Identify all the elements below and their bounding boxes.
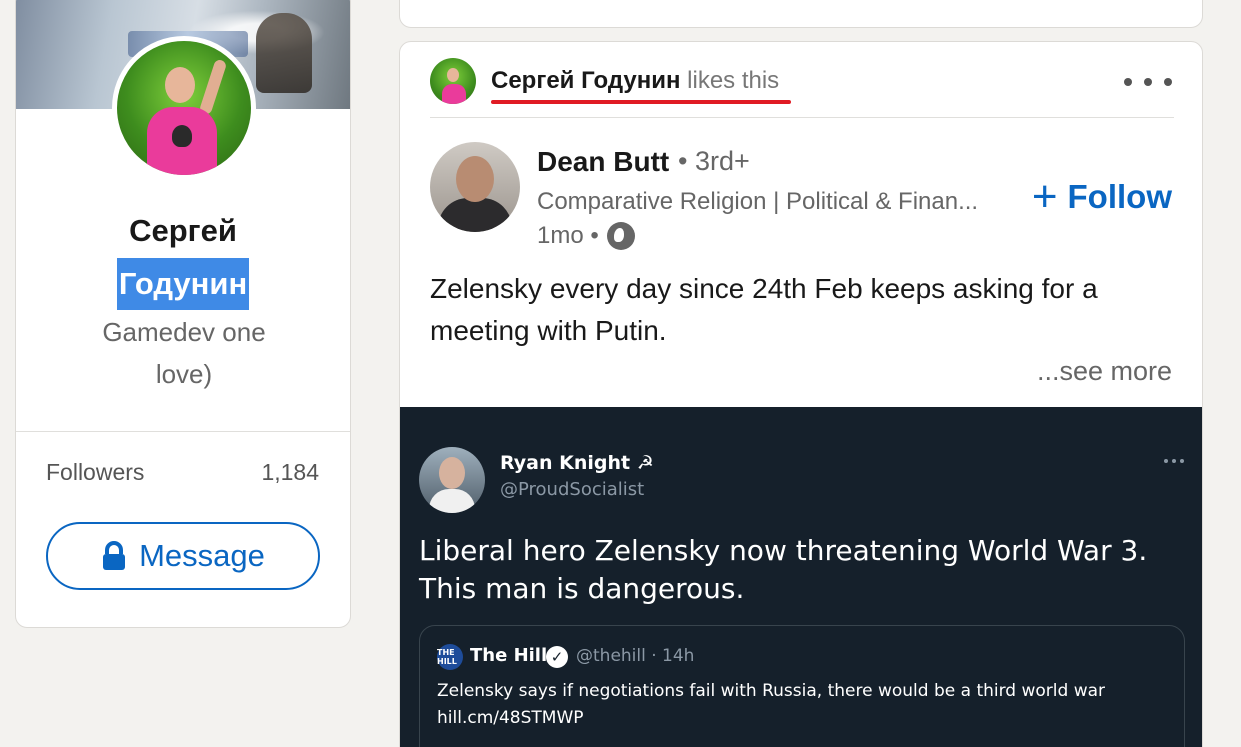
profile-last-name-row: Годунин (16, 258, 350, 310)
plus-icon: + (1031, 172, 1058, 221)
tweet-author-name: Ryan Knight ☭ (500, 452, 654, 474)
quoted-tweet: THE HILL The Hill ✓ @thehill · 14h Zelen… (419, 625, 1185, 747)
message-button-label: Message (139, 538, 265, 573)
profile-headline: Gamedev one love) (102, 317, 266, 389)
tweet-text: Liberal hero Zelensky now threatening Wo… (419, 534, 1148, 605)
quoted-handle-time: @thehill · 14h (576, 646, 695, 666)
quoted-tweet-link: hill.cm/48STMWP (437, 708, 584, 728)
quoted-account-name: The Hill (470, 645, 548, 666)
profile-first-name[interactable]: Сергей (16, 213, 350, 249)
linkedin-feed-view: Сергей Годунин Gamedev one love) Followe… (0, 0, 1241, 747)
feed-post: Сергей Годунин likes this Dean Butt • 3r… (399, 41, 1203, 747)
profile-card: Сергей Годунин Gamedev one love) Followe… (15, 0, 351, 628)
connection-degree: • 3rd+ (678, 146, 750, 176)
verified-badge-icon: ✓ (546, 646, 568, 668)
liker-name-link[interactable]: Сергей Годунин (491, 67, 680, 94)
message-button[interactable]: Message (46, 522, 320, 590)
more-options-icon[interactable] (1124, 72, 1172, 92)
lock-icon (103, 541, 126, 570)
author-name-link[interactable]: Dean Butt (537, 146, 669, 178)
tweet-more-icon (1164, 459, 1184, 463)
post-time-text: 1mo • (537, 222, 599, 249)
liker-avatar[interactable] (430, 58, 476, 104)
red-annotation-underline (491, 100, 791, 104)
quoted-tweet-text: Zelensky says if negotiations fail with … (437, 678, 1177, 732)
quoted-tweet-headline: Zelensky says if negotiations fail with … (437, 681, 1106, 701)
profile-avatar[interactable] (112, 36, 256, 180)
author-headline: Comparative Religion | Political & Finan… (537, 188, 979, 215)
followers-count: 1,184 (261, 459, 319, 485)
follow-button[interactable]: + Follow (1031, 172, 1172, 221)
post-header-divider (430, 117, 1174, 118)
globe-icon (606, 222, 635, 250)
profile-last-name-selected[interactable]: Годунин (116, 258, 250, 310)
tweet-author-avatar (419, 447, 485, 513)
post-timestamp: 1mo • (537, 222, 635, 250)
tweet-author-handle: @ProudSocialist (500, 479, 645, 500)
followers-label: Followers (46, 459, 145, 485)
author-avatar[interactable] (430, 142, 520, 232)
social-context: Сергей Годунин likes this (491, 67, 779, 95)
see-more-link[interactable]: ...see more (1037, 356, 1172, 387)
profile-divider (16, 431, 350, 432)
cover-character (256, 13, 312, 93)
previous-post-card (399, 0, 1203, 28)
post-image-tweet-screenshot[interactable]: Ryan Knight ☭ @ProudSocialist Liberal he… (400, 407, 1202, 747)
social-action-text: likes this (687, 67, 780, 94)
the-hill-logo-icon: THE HILL (437, 644, 463, 670)
post-body-text: Zelensky every day since 24th Feb keeps … (430, 273, 1098, 346)
follow-button-label: Follow (1067, 178, 1172, 215)
